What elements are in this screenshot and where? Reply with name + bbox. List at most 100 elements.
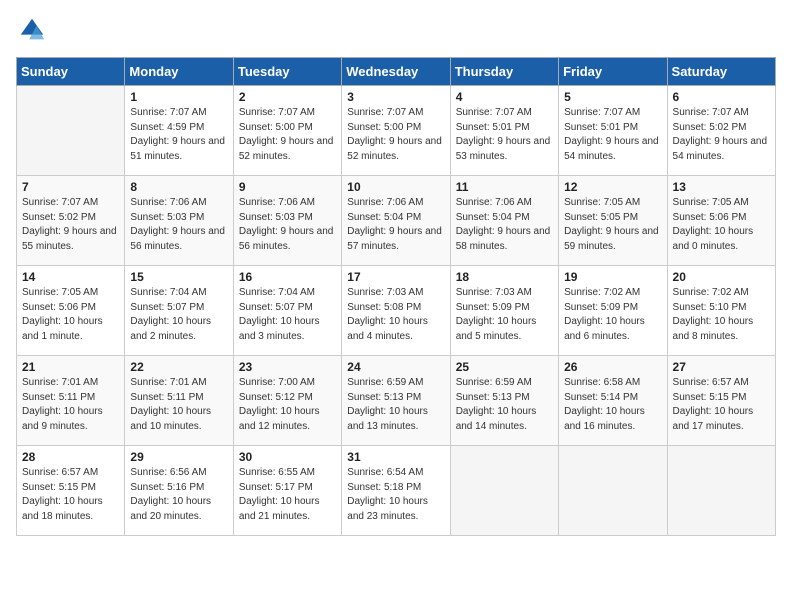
header-cell-tuesday: Tuesday (233, 58, 341, 86)
day-number: 8 (130, 180, 227, 194)
day-number: 5 (564, 90, 661, 104)
day-info: Sunrise: 7:00 AMSunset: 5:12 PMDaylight:… (239, 376, 336, 434)
day-info: Sunrise: 7:04 AMSunset: 5:07 PMDaylight:… (130, 286, 227, 344)
week-row-5: 28 Sunrise: 6:57 AMSunset: 5:15 PMDayligh… (17, 446, 776, 536)
day-cell: 10 Sunrise: 7:06 AMSunset: 5:04 PMDayligh… (342, 176, 450, 266)
day-info: Sunrise: 7:04 AMSunset: 5:07 PMDaylight:… (239, 286, 336, 344)
day-cell: 9 Sunrise: 7:06 AMSunset: 5:03 PMDaylight… (233, 176, 341, 266)
day-cell: 31 Sunrise: 6:54 AMSunset: 5:18 PMDayligh… (342, 446, 450, 536)
day-cell: 25Sunrise: 6:59 AMSunset: 5:13 PMDayligh… (450, 356, 558, 446)
day-cell: 30 Sunrise: 6:55 AMSunset: 5:17 PMDayligh… (233, 446, 341, 536)
header-cell-monday: Monday (125, 58, 233, 86)
day-cell: 24 Sunrise: 6:59 AMSunset: 5:13 PMDayligh… (342, 356, 450, 446)
day-info: Sunrise: 7:05 AMSunset: 5:05 PMDaylight:… (564, 196, 661, 254)
week-row-2: 7 Sunrise: 7:07 AMSunset: 5:02 PMDaylight… (17, 176, 776, 266)
day-info: Sunrise: 6:55 AMSunset: 5:17 PMDaylight:… (239, 466, 336, 524)
day-info: Sunrise: 7:06 AMSunset: 5:04 PMDaylight:… (456, 196, 553, 254)
week-row-3: 14Sunrise: 7:05 AMSunset: 5:06 PMDayligh… (17, 266, 776, 356)
day-number: 7 (22, 180, 119, 194)
day-number: 4 (456, 90, 553, 104)
day-number: 10 (347, 180, 444, 194)
day-cell: 5 Sunrise: 7:07 AMSunset: 5:01 PMDaylight… (559, 86, 667, 176)
day-number: 26 (564, 360, 661, 374)
day-cell (667, 446, 775, 536)
day-cell: 17Sunrise: 7:03 AMSunset: 5:08 PMDayligh… (342, 266, 450, 356)
header-cell-sunday: Sunday (17, 58, 125, 86)
day-number: 20 (673, 270, 770, 284)
day-cell: 8 Sunrise: 7:06 AMSunset: 5:03 PMDaylight… (125, 176, 233, 266)
day-number: 29 (130, 450, 227, 464)
day-number: 14 (22, 270, 119, 284)
logo-text (16, 16, 46, 49)
day-number: 13 (673, 180, 770, 194)
header-cell-thursday: Thursday (450, 58, 558, 86)
day-number: 23 (239, 360, 336, 374)
day-info: Sunrise: 7:05 AMSunset: 5:06 PMDaylight:… (673, 196, 770, 254)
day-number: 22 (130, 360, 227, 374)
day-info: Sunrise: 7:01 AMSunset: 5:11 PMDaylight:… (130, 376, 227, 434)
day-cell: 26 Sunrise: 6:58 AMSunset: 5:14 PMDayligh… (559, 356, 667, 446)
header-cell-saturday: Saturday (667, 58, 775, 86)
day-number: 28 (22, 450, 119, 464)
day-cell (450, 446, 558, 536)
day-info: Sunrise: 7:07 AMSunset: 5:01 PMDaylight:… (456, 106, 553, 164)
day-info: Sunrise: 7:07 AMSunset: 5:01 PMDaylight:… (564, 106, 661, 164)
day-cell: 21Sunrise: 7:01 AMSunset: 5:11 PMDayligh… (17, 356, 125, 446)
day-number: 15 (130, 270, 227, 284)
day-info: Sunrise: 7:06 AMSunset: 5:03 PMDaylight:… (239, 196, 336, 254)
day-number: 25 (456, 360, 553, 374)
day-number: 19 (564, 270, 661, 284)
day-number: 9 (239, 180, 336, 194)
day-info: Sunrise: 7:07 AMSunset: 4:59 PMDaylight:… (130, 106, 227, 164)
calendar-body: 1Sunrise: 7:07 AMSunset: 4:59 PMDaylight… (17, 86, 776, 536)
logo (16, 16, 46, 49)
day-cell: 13 Sunrise: 7:05 AMSunset: 5:06 PMDayligh… (667, 176, 775, 266)
day-number: 2 (239, 90, 336, 104)
day-info: Sunrise: 7:03 AMSunset: 5:09 PMDaylight:… (456, 286, 553, 344)
day-number: 3 (347, 90, 444, 104)
day-cell: 29 Sunrise: 6:56 AMSunset: 5:16 PMDayligh… (125, 446, 233, 536)
day-number: 18 (456, 270, 553, 284)
day-info: Sunrise: 7:07 AMSunset: 5:02 PMDaylight:… (22, 196, 119, 254)
day-cell: 19 Sunrise: 7:02 AMSunset: 5:09 PMDayligh… (559, 266, 667, 356)
day-number: 21 (22, 360, 119, 374)
day-cell: 12Sunrise: 7:05 AMSunset: 5:05 PMDayligh… (559, 176, 667, 266)
day-number: 31 (347, 450, 444, 464)
day-info: Sunrise: 7:02 AMSunset: 5:09 PMDaylight:… (564, 286, 661, 344)
day-cell: 6 Sunrise: 7:07 AMSunset: 5:02 PMDaylight… (667, 86, 775, 176)
day-cell: 22 Sunrise: 7:01 AMSunset: 5:11 PMDayligh… (125, 356, 233, 446)
day-info: Sunrise: 6:56 AMSunset: 5:16 PMDaylight:… (130, 466, 227, 524)
day-info: Sunrise: 6:59 AMSunset: 5:13 PMDaylight:… (347, 376, 444, 434)
header-cell-wednesday: Wednesday (342, 58, 450, 86)
day-info: Sunrise: 6:58 AMSunset: 5:14 PMDaylight:… (564, 376, 661, 434)
day-info: Sunrise: 6:57 AMSunset: 5:15 PMDaylight:… (673, 376, 770, 434)
day-number: 24 (347, 360, 444, 374)
calendar-table: SundayMondayTuesdayWednesdayThursdayFrid… (16, 57, 776, 536)
day-info: Sunrise: 7:07 AMSunset: 5:00 PMDaylight:… (239, 106, 336, 164)
day-info: Sunrise: 7:07 AMSunset: 5:00 PMDaylight:… (347, 106, 444, 164)
day-cell: 1Sunrise: 7:07 AMSunset: 4:59 PMDaylight… (125, 86, 233, 176)
day-number: 30 (239, 450, 336, 464)
day-number: 17 (347, 270, 444, 284)
day-cell (17, 86, 125, 176)
day-cell (559, 446, 667, 536)
day-cell: 20Sunrise: 7:02 AMSunset: 5:10 PMDayligh… (667, 266, 775, 356)
header (16, 16, 776, 49)
day-cell: 27Sunrise: 6:57 AMSunset: 5:15 PMDayligh… (667, 356, 775, 446)
day-cell: 23 Sunrise: 7:00 AMSunset: 5:12 PMDayligh… (233, 356, 341, 446)
day-cell: 4 Sunrise: 7:07 AMSunset: 5:01 PMDaylight… (450, 86, 558, 176)
day-number: 11 (456, 180, 553, 194)
day-info: Sunrise: 6:54 AMSunset: 5:18 PMDaylight:… (347, 466, 444, 524)
day-info: Sunrise: 6:57 AMSunset: 5:15 PMDaylight:… (22, 466, 119, 524)
logo-icon (18, 16, 46, 44)
day-cell: 18 Sunrise: 7:03 AMSunset: 5:09 PMDayligh… (450, 266, 558, 356)
day-cell: 28 Sunrise: 6:57 AMSunset: 5:15 PMDayligh… (17, 446, 125, 536)
day-info: Sunrise: 7:06 AMSunset: 5:03 PMDaylight:… (130, 196, 227, 254)
day-cell: 14Sunrise: 7:05 AMSunset: 5:06 PMDayligh… (17, 266, 125, 356)
day-number: 6 (673, 90, 770, 104)
day-cell: 3 Sunrise: 7:07 AMSunset: 5:00 PMDaylight… (342, 86, 450, 176)
day-info: Sunrise: 7:07 AMSunset: 5:02 PMDaylight:… (673, 106, 770, 164)
day-info: Sunrise: 7:06 AMSunset: 5:04 PMDaylight:… (347, 196, 444, 254)
day-cell: 11 Sunrise: 7:06 AMSunset: 5:04 PMDayligh… (450, 176, 558, 266)
day-cell: 16Sunrise: 7:04 AMSunset: 5:07 PMDayligh… (233, 266, 341, 356)
